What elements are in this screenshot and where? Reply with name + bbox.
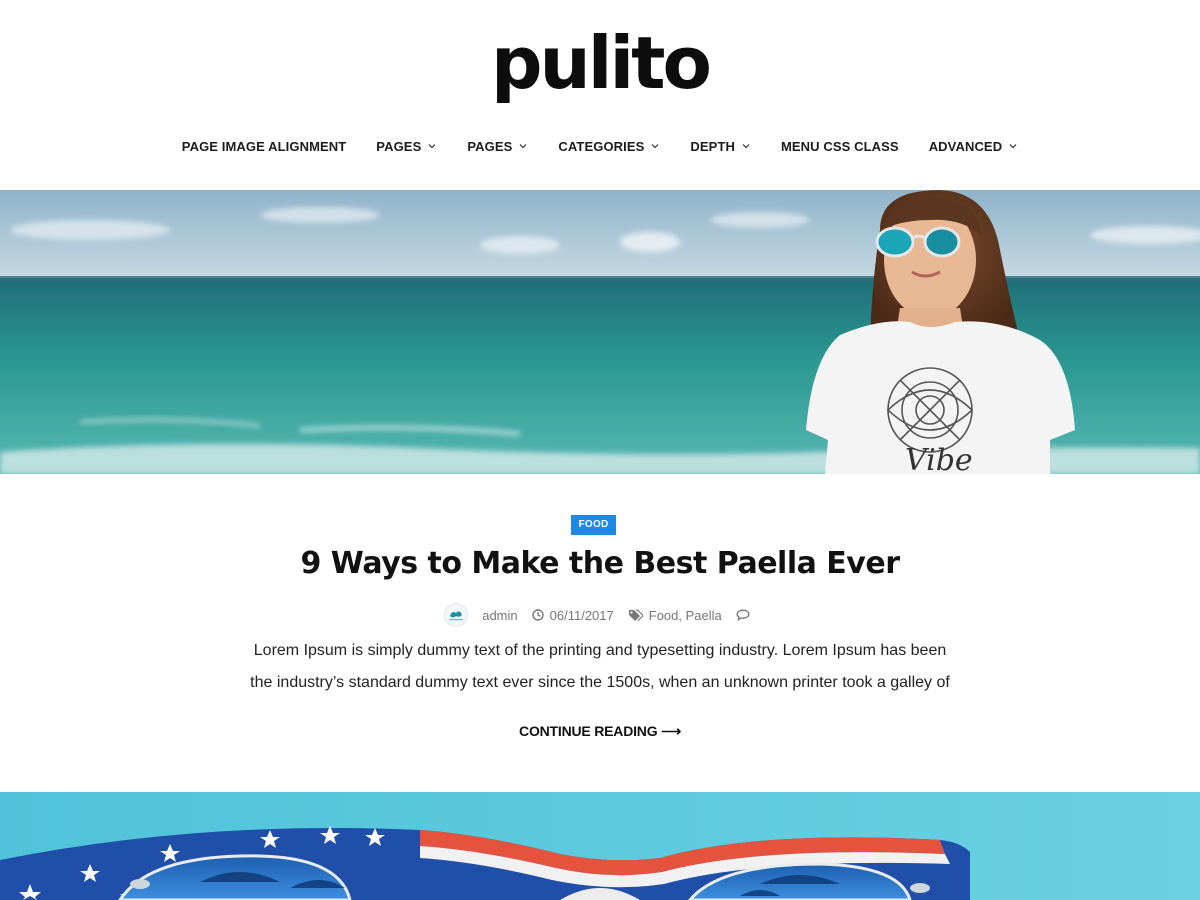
nav-item-label: CATEGORIES xyxy=(558,138,645,154)
chevron-down-icon xyxy=(519,144,527,149)
nav-item-label: ADVANCED xyxy=(928,138,1003,154)
svg-text:Vibe: Vibe xyxy=(905,443,973,474)
post-meta: admin 06/11/2017 Food, Paella xyxy=(0,603,1200,627)
site-logo[interactable]: pulito xyxy=(0,18,1200,108)
beach-photo: Vibe xyxy=(0,190,1200,474)
continue-reading-wrap: CONTINUE READING ⟶ xyxy=(0,723,1200,740)
clock-icon xyxy=(531,609,544,621)
continue-reading-link[interactable]: CONTINUE READING ⟶ xyxy=(519,723,681,739)
nav-item-label: MENU CSS CLASS xyxy=(780,138,899,154)
nav-item-depth[interactable]: DEPTH xyxy=(675,139,766,154)
post-excerpt: Lorem Ipsum is simply dummy text of the … xyxy=(240,635,960,699)
nav-item-pages-1[interactable]: PAGES xyxy=(361,139,452,154)
post-date[interactable]: 06/11/2017 xyxy=(550,608,614,623)
site-header: pulito PAGE IMAGE ALIGNMENT PAGES PAGES … xyxy=(0,0,1200,190)
nav-item-menu-css-class[interactable]: MENU CSS CLASS xyxy=(766,139,914,154)
author-link[interactable]: admin xyxy=(482,608,517,623)
post-title[interactable]: 9 Ways to Make the Best Paella Ever xyxy=(0,544,1200,584)
post-article: FOOD 9 Ways to Make the Best Paella Ever… xyxy=(0,474,1200,792)
tag-link-food[interactable]: Food xyxy=(649,608,679,623)
chevron-down-icon xyxy=(651,144,659,149)
author-logo-icon xyxy=(449,611,464,621)
chevron-down-icon xyxy=(1009,144,1017,149)
nav-item-advanced[interactable]: ADVANCED xyxy=(914,139,1034,154)
nav-item-label: DEPTH xyxy=(690,138,735,154)
nav-item-categories[interactable]: CATEGORIES xyxy=(543,139,675,154)
featured-image-sunglasses[interactable] xyxy=(0,792,1200,900)
nav-item-pages-2[interactable]: PAGES xyxy=(452,139,543,154)
tags-icon xyxy=(628,609,643,621)
nav-item-label: PAGE IMAGE ALIGNMENT xyxy=(181,138,347,154)
chevron-down-icon xyxy=(742,144,750,149)
featured-image-beach[interactable]: Vibe xyxy=(0,190,1200,474)
comments-icon[interactable] xyxy=(736,609,750,621)
main-nav: PAGE IMAGE ALIGNMENT PAGES PAGES CATEGOR… xyxy=(0,134,1200,158)
nav-item-label: PAGES xyxy=(467,138,513,154)
tag-link-paella[interactable]: Paella xyxy=(686,608,722,623)
avatar[interactable] xyxy=(444,603,469,627)
chevron-down-icon xyxy=(428,144,436,149)
category-badge[interactable]: FOOD xyxy=(571,515,616,535)
nav-item-label: PAGES xyxy=(376,138,422,154)
sunglasses-photo xyxy=(0,792,1200,900)
excerpt-line-1: Lorem Ipsum is simply dummy text of the … xyxy=(253,642,947,659)
tag-separator: , xyxy=(678,607,686,623)
nav-item-page-image-alignment[interactable]: PAGE IMAGE ALIGNMENT xyxy=(167,139,362,154)
excerpt-line-2: the industry’s standard dummy text ever … xyxy=(250,674,950,691)
